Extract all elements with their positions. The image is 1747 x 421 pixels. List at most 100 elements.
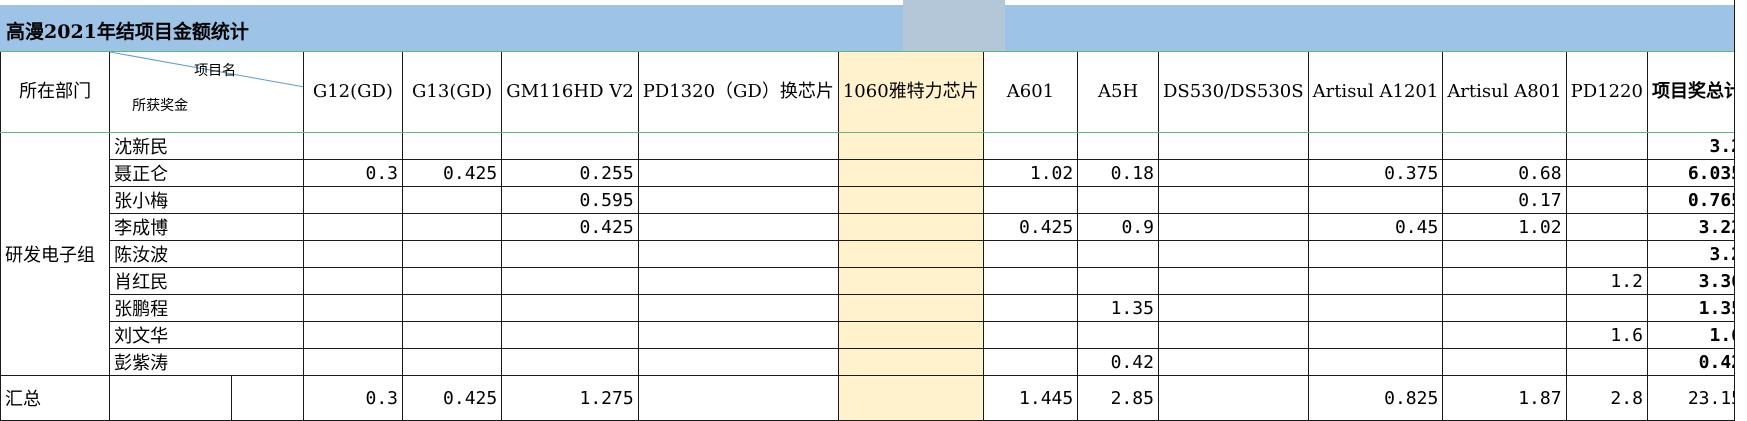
table-cell[interactable]	[1565, 159, 1648, 187]
table-cell[interactable]	[501, 348, 639, 376]
table-cell[interactable]	[1307, 321, 1444, 349]
table-cell[interactable]: 0.18	[1077, 159, 1159, 187]
table-cell[interactable]	[401, 132, 503, 160]
table-cell[interactable]	[1157, 375, 1309, 421]
table-cell[interactable]	[501, 132, 639, 160]
total-header[interactable]: 项目奖总计	[1646, 51, 1747, 133]
row-total[interactable]: 0.765	[1646, 186, 1747, 214]
table-cell[interactable]: 1.02	[1442, 213, 1567, 241]
table-cell[interactable]	[302, 132, 404, 160]
table-cell[interactable]	[501, 321, 639, 349]
table-cell[interactable]	[982, 132, 1079, 160]
row-total[interactable]: 0.42	[1646, 348, 1747, 376]
table-cell[interactable]	[1442, 267, 1567, 295]
table-cell[interactable]	[637, 267, 839, 295]
table-cell[interactable]	[1307, 348, 1444, 376]
project-header[interactable]: Artisul A801	[1442, 51, 1567, 133]
table-cell[interactable]	[1077, 132, 1159, 160]
table-cell[interactable]	[1442, 240, 1567, 268]
table-cell[interactable]	[1565, 348, 1648, 376]
table-cell[interactable]: 0.45	[1307, 213, 1444, 241]
table-cell[interactable]	[637, 348, 839, 376]
table-cell[interactable]	[1565, 294, 1648, 322]
table-cell[interactable]	[637, 186, 839, 214]
row-total[interactable]: 3.22	[1646, 213, 1747, 241]
row-total[interactable]: 6.035	[1646, 159, 1747, 187]
table-cell[interactable]	[1157, 159, 1309, 187]
table-cell[interactable]	[637, 375, 839, 421]
table-cell[interactable]: 0.3	[302, 159, 404, 187]
table-cell[interactable]	[837, 294, 984, 322]
member-name[interactable]: 刘文华	[109, 321, 304, 349]
table-cell[interactable]	[302, 321, 404, 349]
table-cell[interactable]	[1077, 321, 1159, 349]
table-cell[interactable]	[637, 294, 839, 322]
table-cell[interactable]	[982, 321, 1079, 349]
table-cell[interactable]	[982, 186, 1079, 214]
table-cell[interactable]	[837, 132, 984, 160]
table-cell[interactable]: 0.595	[501, 186, 639, 214]
diagonal-header-cell[interactable]: 项目名 所获奖金 G22(2021)	[109, 51, 304, 133]
table-cell[interactable]: 0.68	[1442, 159, 1567, 187]
table-cell[interactable]	[837, 375, 984, 421]
table-cell[interactable]: 0.255	[501, 159, 639, 187]
project-header[interactable]: GM116HD V2	[501, 51, 639, 133]
table-cell[interactable]	[1307, 240, 1444, 268]
table-cell[interactable]	[501, 267, 639, 295]
project-header[interactable]: DS530/DS530S	[1157, 51, 1309, 133]
table-cell[interactable]: 1.02	[982, 159, 1079, 187]
table-cell[interactable]	[637, 132, 839, 160]
table-cell[interactable]	[1157, 186, 1309, 214]
member-name[interactable]: 陈汝波	[109, 240, 304, 268]
table-cell[interactable]	[302, 213, 404, 241]
table-cell[interactable]	[1442, 348, 1567, 376]
table-cell[interactable]	[982, 240, 1079, 268]
table-cell[interactable]: 1.275	[501, 375, 639, 421]
table-cell[interactable]: 1.35	[1077, 294, 1159, 322]
table-cell[interactable]	[837, 159, 984, 187]
table-cell[interactable]	[401, 321, 503, 349]
table-cell[interactable]	[1077, 240, 1159, 268]
table-cell[interactable]	[637, 159, 839, 187]
table-cell[interactable]	[837, 321, 984, 349]
table-cell[interactable]	[1565, 213, 1648, 241]
table-cell[interactable]	[302, 348, 404, 376]
table-cell[interactable]: 1.87	[1442, 375, 1567, 421]
table-cell[interactable]: 1.445	[982, 375, 1079, 421]
row-total[interactable]: 1.6	[1646, 321, 1747, 349]
member-name[interactable]: 肖红民	[109, 267, 304, 295]
table-cell[interactable]: 0.825	[1307, 375, 1444, 421]
table-cell[interactable]: 1.2	[1565, 267, 1648, 295]
table-cell[interactable]: 2.85	[1077, 375, 1159, 421]
table-cell[interactable]	[982, 348, 1079, 376]
table-cell[interactable]	[1157, 213, 1309, 241]
member-name[interactable]: 李成博	[109, 213, 304, 241]
table-cell[interactable]	[1442, 132, 1567, 160]
table-cell[interactable]	[501, 240, 639, 268]
table-cell[interactable]	[302, 267, 404, 295]
project-header[interactable]: PD1320（GD）换芯片	[637, 51, 839, 133]
row-total[interactable]: 3.2	[1646, 240, 1747, 268]
table-cell[interactable]	[401, 348, 503, 376]
table-cell[interactable]: 0.3	[302, 375, 404, 421]
member-name[interactable]: 聂正仑	[109, 159, 304, 187]
table-cell[interactable]: 0.375	[1307, 159, 1444, 187]
table-cell[interactable]: 0.42	[1077, 348, 1159, 376]
table-cell[interactable]	[401, 294, 503, 322]
table-cell[interactable]	[837, 348, 984, 376]
member-name[interactable]: 张小梅	[109, 186, 304, 214]
table-cell[interactable]	[501, 294, 639, 322]
project-header[interactable]: 1060雅特力芯片	[837, 51, 984, 133]
table-cell[interactable]	[1565, 186, 1648, 214]
table-cell[interactable]	[637, 213, 839, 241]
table-cell[interactable]	[1077, 186, 1159, 214]
project-header[interactable]: Artisul A1201	[1307, 51, 1444, 133]
table-cell[interactable]	[982, 267, 1079, 295]
table-cell[interactable]: 0.425	[401, 159, 503, 187]
member-name[interactable]: 彭紫涛	[109, 348, 304, 376]
table-cell[interactable]	[1307, 186, 1444, 214]
table-cell[interactable]	[837, 186, 984, 214]
table-cell[interactable]: 0.425	[501, 213, 639, 241]
table-cell[interactable]	[1307, 267, 1444, 295]
table-cell[interactable]: 0.425	[401, 375, 503, 421]
